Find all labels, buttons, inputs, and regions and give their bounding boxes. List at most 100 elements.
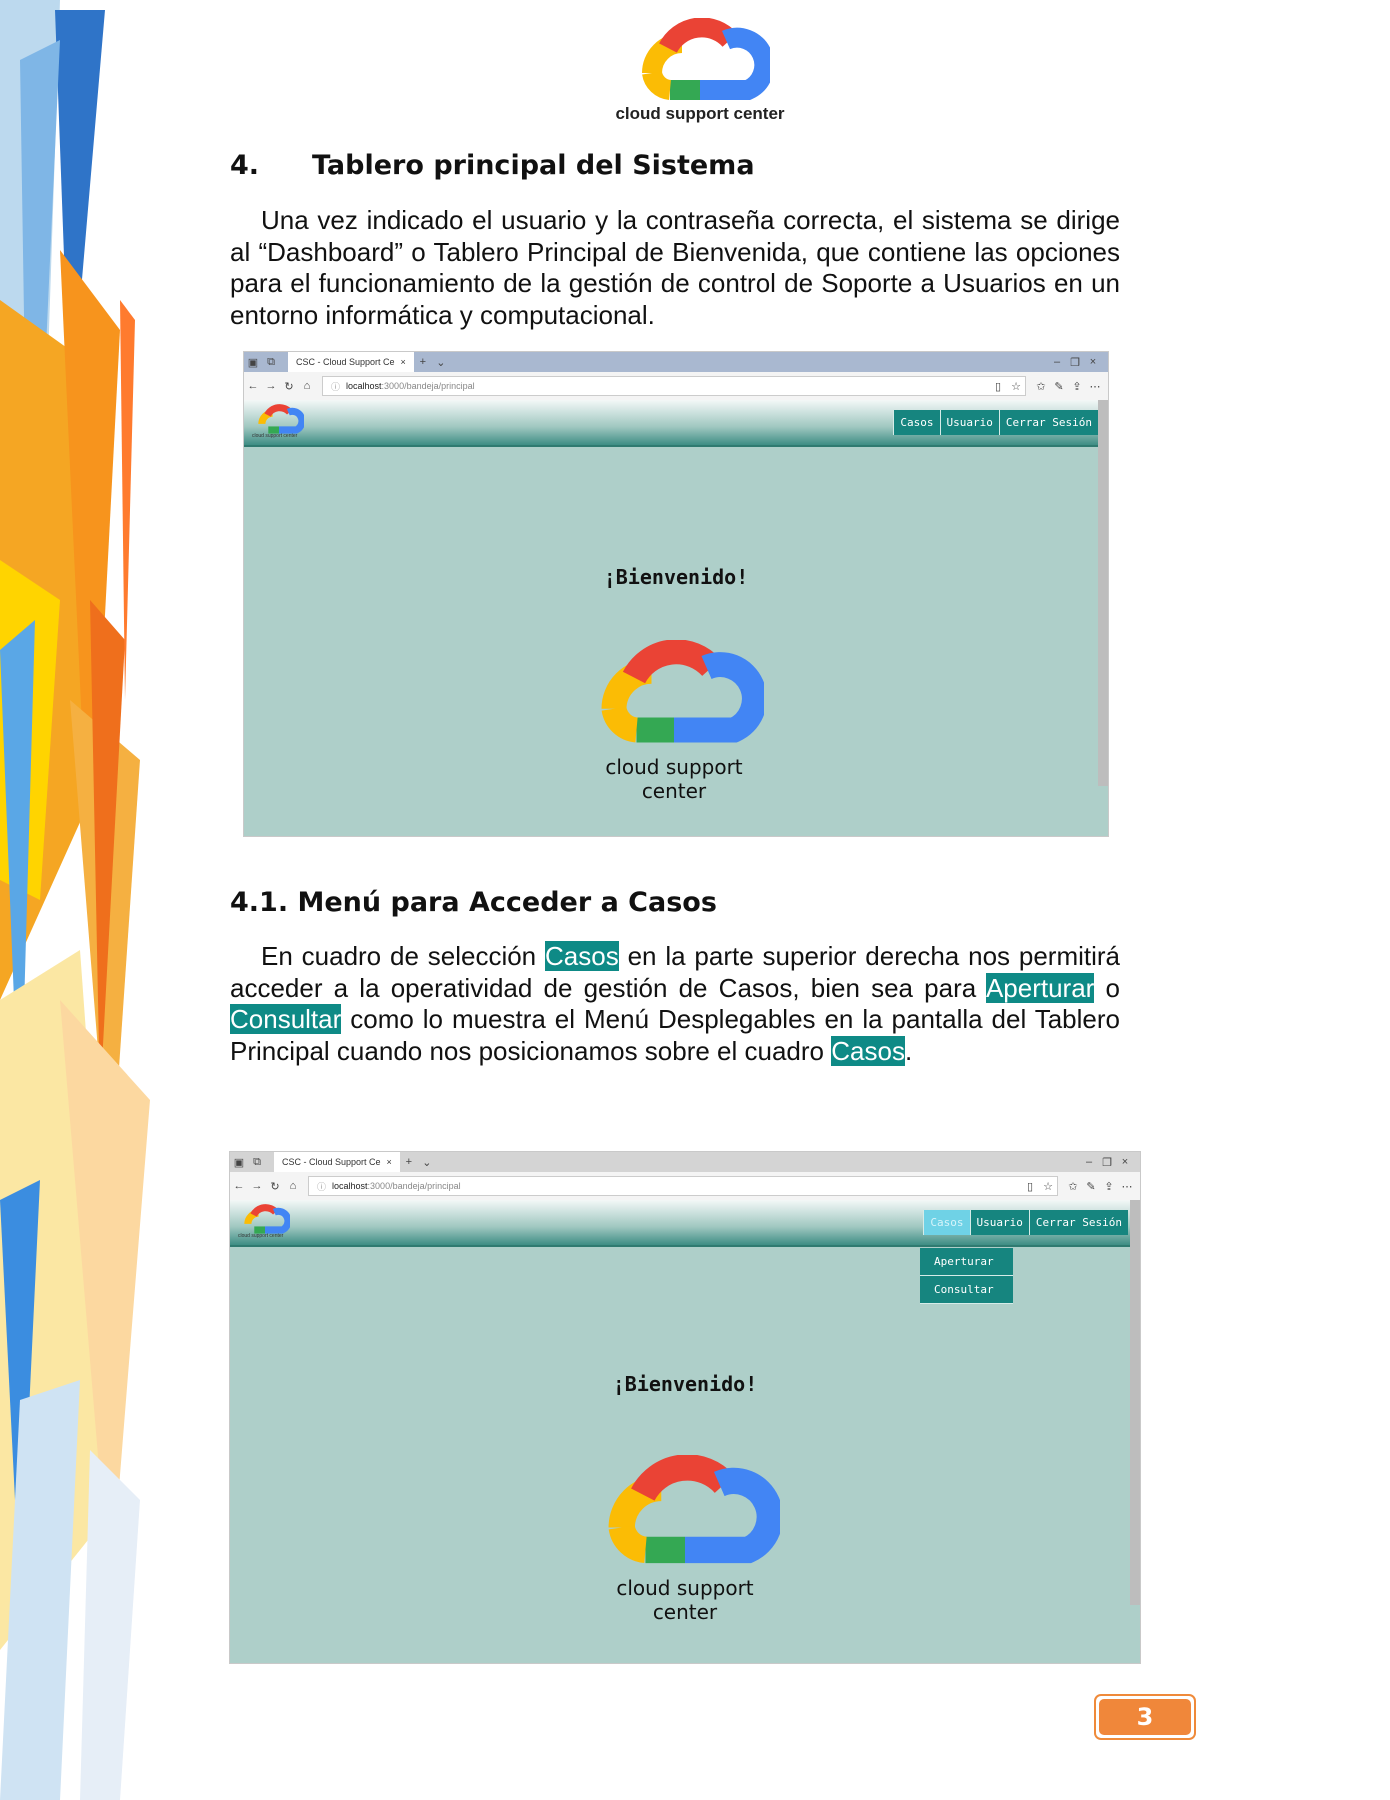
cloud-logo-icon [642, 18, 770, 100]
share-icon[interactable]: ⇪ [1068, 380, 1086, 393]
browser-addressbar: ← → ↻ ⌂ ⓘ localhost:3000/bandeja/princip… [244, 372, 1108, 400]
app-cloud-logo-icon [601, 639, 767, 743]
p41-text-4: como lo muestra el Menú Desplegables en … [230, 1004, 1120, 1066]
p41-text-end: . [904, 1035, 913, 1066]
minimize-icon[interactable]: – [1048, 356, 1066, 368]
close-window-icon[interactable]: × [1084, 356, 1102, 368]
menu-casos[interactable]: Casos [893, 410, 940, 435]
page-number-badge: 3 [1094, 1694, 1196, 1740]
url-host: localhost [332, 1181, 368, 1191]
app-small-logo-icon [258, 404, 304, 434]
restore-icon[interactable]: ❐ [1098, 1156, 1116, 1169]
tab-preview-icon[interactable]: ⧉ [248, 1156, 266, 1169]
app-small-logo-caption: cloud support center [238, 1233, 284, 1239]
decorative-side-strip [0, 0, 160, 1800]
section-4-title: Tablero principal del Sistema [312, 150, 755, 181]
casos-dropdown: Aperturar Consultar [920, 1248, 1013, 1304]
app-small-logo-caption: cloud support center [252, 433, 298, 439]
section-4-paragraph: Una vez indicado el usuario y la contras… [230, 205, 1120, 330]
tab-actions-icon[interactable]: ▣ [230, 1156, 248, 1169]
dropdown-consultar[interactable]: Consultar [920, 1276, 1013, 1304]
menu-usuario[interactable]: Usuario [969, 1210, 1029, 1235]
info-icon: ⓘ [331, 381, 341, 392]
header-logo-caption: cloud support center [615, 104, 785, 123]
highlight-casos: Casos [545, 941, 619, 971]
app-small-logo-icon [244, 1204, 290, 1234]
section-41-paragraph: En cuadro de selección Casos en la parte… [230, 941, 1120, 1067]
menu-cerrar-sesion[interactable]: Cerrar Sesión [998, 410, 1098, 435]
browser-addressbar: ← → ↻ ⌂ ⓘ localhost:3000/bandeja/princip… [230, 1172, 1140, 1200]
url-input[interactable]: ⓘ localhost:3000/bandeja/principal ▯ ☆ [308, 1176, 1058, 1196]
minimize-icon[interactable]: – [1080, 1156, 1098, 1168]
more-icon[interactable]: ⋯ [1086, 380, 1104, 393]
home-icon[interactable]: ⌂ [284, 1180, 302, 1192]
menu-cerrar-sesion[interactable]: Cerrar Sesión [1028, 1210, 1128, 1235]
app-logo-caption: cloud support center [616, 1576, 754, 1624]
favorites-icon[interactable]: ✩ [1032, 380, 1050, 393]
restore-icon[interactable]: ❐ [1066, 356, 1084, 369]
close-tab-icon[interactable]: × [387, 1157, 392, 1167]
screenshot-dashboard-menu: ▣ ⧉ CSC - Cloud Support Ce × + ⌄ – ❐ × ←… [229, 1151, 1141, 1664]
home-icon[interactable]: ⌂ [298, 380, 316, 392]
pen-icon[interactable]: ✎ [1082, 1180, 1100, 1193]
welcome-text: ¡Bienvenido! [612, 1372, 758, 1396]
browser-page: cloud support center Casos Usuario Cerra… [244, 400, 1108, 836]
browser-tab[interactable]: CSC - Cloud Support Ce × [274, 1152, 400, 1172]
reading-view-icon[interactable]: ▯ [989, 380, 1007, 393]
app-logo: cloud support center [584, 639, 767, 803]
page-number: 3 [1099, 1699, 1191, 1735]
favorites-icon[interactable]: ✩ [1064, 1180, 1082, 1193]
url-path: :3000/bandeja/principal [367, 1181, 461, 1191]
chevron-down-icon[interactable]: ⌄ [432, 356, 450, 369]
pen-icon[interactable]: ✎ [1050, 380, 1068, 393]
app-logo: cloud support center [590, 1454, 783, 1624]
app-cloud-logo-icon [608, 1454, 783, 1564]
new-tab-icon[interactable]: + [400, 1156, 418, 1168]
refresh-icon[interactable]: ↻ [266, 1180, 284, 1193]
p41-text-3: o [1105, 972, 1120, 1003]
dropdown-aperturar[interactable]: Aperturar [920, 1248, 1013, 1276]
new-tab-icon[interactable]: + [414, 356, 432, 368]
forward-icon[interactable]: → [262, 380, 280, 392]
tab-preview-icon[interactable]: ⧉ [262, 356, 280, 369]
favorite-star-icon[interactable]: ☆ [1007, 380, 1025, 393]
app-logo-caption: cloud support center [605, 755, 743, 803]
chevron-down-icon[interactable]: ⌄ [418, 1156, 436, 1169]
close-tab-icon[interactable]: × [401, 357, 406, 367]
browser-tab-title: CSC - Cloud Support Ce [296, 357, 395, 367]
highlight-casos-2: Casos [831, 1035, 905, 1066]
reading-view-icon[interactable]: ▯ [1021, 1180, 1039, 1193]
browser-tabbar: ▣ ⧉ CSC - Cloud Support Ce × + ⌄ – ❐ × [230, 1152, 1140, 1172]
browser-tabbar: ▣ ⧉ CSC - Cloud Support Ce × + ⌄ – ❐ × [244, 352, 1108, 372]
back-icon[interactable]: ← [244, 380, 262, 392]
app-header: cloud support center Casos Usuario Cerra… [230, 1200, 1140, 1247]
forward-icon[interactable]: → [248, 1180, 266, 1192]
url-path: :3000/bandeja/principal [381, 381, 475, 391]
browser-tab-title: CSC - Cloud Support Ce [282, 1157, 381, 1167]
more-icon[interactable]: ⋯ [1118, 1180, 1136, 1193]
browser-tab[interactable]: CSC - Cloud Support Ce × [288, 352, 414, 372]
close-window-icon[interactable]: × [1116, 1156, 1134, 1168]
browser-page: cloud support center Casos Usuario Cerra… [230, 1200, 1140, 1663]
highlight-consultar: Consultar [230, 1004, 342, 1034]
app-menu: Casos Usuario Cerrar Sesión [923, 1210, 1128, 1235]
menu-casos[interactable]: Casos [923, 1210, 970, 1235]
url-input[interactable]: ⓘ localhost:3000/bandeja/principal ▯ ☆ [322, 376, 1026, 396]
info-icon: ⓘ [317, 1181, 327, 1192]
favorite-star-icon[interactable]: ☆ [1039, 1180, 1057, 1193]
section-4-heading: 4. Tablero principal del Sistema [230, 150, 755, 181]
app-header: cloud support center Casos Usuario Cerra… [244, 400, 1108, 447]
header-logo: cloud support center [600, 18, 800, 138]
section-41-heading: 4.1. Menú para Acceder a Casos [230, 887, 717, 918]
url-host: localhost [346, 381, 382, 391]
refresh-icon[interactable]: ↻ [280, 380, 298, 393]
back-icon[interactable]: ← [230, 1180, 248, 1192]
menu-usuario[interactable]: Usuario [939, 410, 999, 435]
tab-actions-icon[interactable]: ▣ [244, 356, 262, 369]
screenshot-dashboard: ▣ ⧉ CSC - Cloud Support Ce × + ⌄ – ❐ × ←… [243, 351, 1109, 837]
scrollbar[interactable] [1130, 1200, 1140, 1605]
highlight-aperturar: Aperturar [985, 972, 1095, 1003]
scrollbar[interactable] [1098, 400, 1108, 786]
welcome-text: ¡Bienvenido! [603, 565, 749, 589]
share-icon[interactable]: ⇪ [1100, 1180, 1118, 1193]
